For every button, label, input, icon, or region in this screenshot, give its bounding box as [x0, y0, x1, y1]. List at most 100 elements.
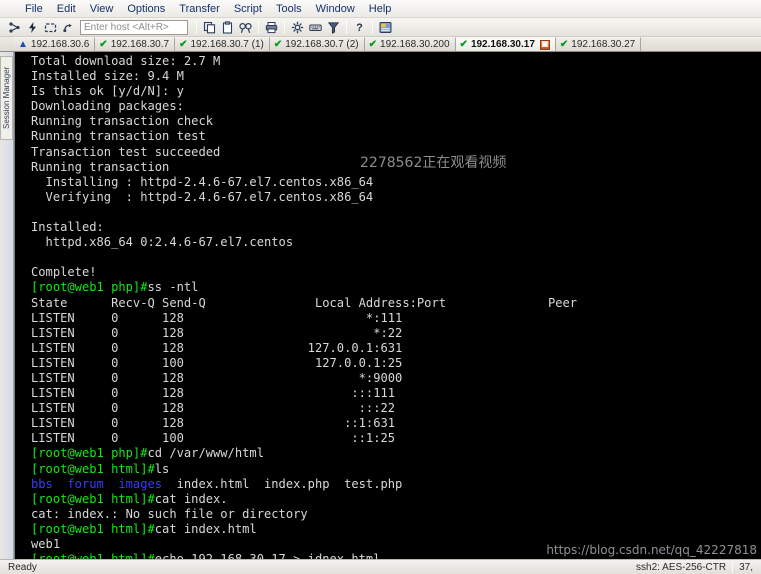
session-tab-label: 192.168.30.27 — [571, 39, 636, 50]
terminal-output: Total download size: 2.7 M Installed size… — [15, 52, 761, 559]
terminal-line: LISTEN 0 128 *:9000 — [31, 371, 761, 386]
session-tab-192-168-30-27[interactable]: ✔ 192.168.30.27 — [555, 37, 642, 51]
terminal-line: Installing : httpd-2.4.6-67.el7.centos.x… — [31, 175, 761, 190]
terminal-text: LISTEN 0 128 *:111 — [31, 310, 403, 325]
reconnect-icon[interactable] — [60, 19, 77, 36]
toolbar-separator — [284, 20, 285, 34]
terminal-text: web1 — [31, 537, 61, 551]
status-cipher: ssh2: AES-256-CTR — [636, 561, 727, 573]
menu-item-window[interactable]: Window — [309, 2, 362, 16]
terminal-line: [root@web1 html]#ls — [31, 462, 761, 477]
chat-window-icon[interactable] — [377, 19, 394, 36]
tab-bar-filler — [641, 37, 761, 51]
terminal-text: [root@web1 php]# — [31, 280, 148, 295]
session-tab-label: 192.168.30.7 (1) — [190, 39, 264, 50]
terminal-line: LISTEN 0 128 *:111 — [31, 311, 761, 326]
filter-icon[interactable] — [325, 19, 342, 36]
toolbar-separator — [372, 20, 373, 34]
status-bar: Ready ssh2: AES-256-CTR 37, — [0, 559, 761, 574]
terminal-line: Running transaction check — [31, 114, 761, 129]
terminal-text: Installing : httpd-2.4.6-67.el7.centos.x… — [31, 174, 374, 189]
terminal-line: Installed size: 9.4 M — [31, 69, 761, 84]
terminal-line: State Recv-Q Send-Q Local Address:Port P… — [31, 296, 761, 311]
session-tab-192-168-30-7-2-[interactable]: ✔ 192.168.30.7 (2) — [269, 37, 365, 51]
session-manager-sidebar[interactable]: Session Manager — [0, 52, 14, 559]
terminal-pane[interactable]: Total download size: 2.7 M Installed size… — [14, 52, 761, 559]
session-tab-label: 192.168.30.7 (2) — [285, 39, 359, 50]
connected-check-icon: ✔ — [99, 38, 108, 50]
terminal-text: Installed: — [31, 220, 104, 235]
securecrt-window: File Edit View Options Transfer Script Tools Wi… — [0, 0, 761, 574]
terminal-text: [root@web1 html]# — [31, 491, 155, 506]
status-rows: 37, — [739, 561, 753, 573]
connect-in-tab-icon[interactable] — [42, 19, 59, 36]
terminal-text: LISTEN 0 128 :::22 — [31, 401, 396, 416]
menu-item-options[interactable]: Options — [120, 2, 172, 16]
menu-item-tools[interactable]: Tools — [269, 2, 309, 16]
menu-item-file[interactable]: File — [18, 2, 50, 16]
terminal-line: Is this ok [y/d/N]: y — [31, 84, 761, 99]
connect-icon[interactable] — [6, 19, 23, 36]
terminal-text: Running transaction test — [31, 129, 206, 144]
terminal-line: [root@web1 html]#cat index.html — [31, 522, 761, 537]
connected-check-icon: ✔ — [368, 38, 378, 50]
terminal-line: bbs forum images index.html index.php te… — [31, 477, 761, 492]
terminal-text: cat index. — [154, 491, 228, 506]
terminal-line: LISTEN 0 128 ::1:631 — [31, 416, 761, 431]
terminal-text: LISTEN 0 128 *:9000 — [31, 370, 403, 385]
session-tab-192-168-30-200[interactable]: ✔ 192.168.30.200 — [364, 37, 456, 51]
session-tab-label: 192.168.30.200 — [380, 39, 450, 50]
menu-item-edit[interactable]: Edit — [50, 2, 83, 16]
session-tab-192-168-30-6[interactable]: ▲ 192.168.30.6 — [14, 37, 96, 51]
terminal-text: LISTEN 0 100 127.0.0.1:25 — [31, 355, 403, 370]
menu-item-script[interactable]: Script — [227, 2, 269, 16]
terminal-text: cat: index.: No such file or directory — [31, 506, 308, 521]
print-icon[interactable] — [263, 19, 280, 36]
keymap-icon[interactable] — [307, 19, 324, 36]
terminal-line: Running transaction test — [31, 129, 761, 144]
terminal-line: Total download size: 2.7 M — [31, 54, 761, 69]
terminal-line: [root@web1 php]#ss -ntl — [31, 280, 761, 295]
session-manager-label: Session Manager — [0, 56, 13, 140]
menu-item-help[interactable]: Help — [362, 2, 399, 16]
terminal-text: LISTEN 0 100 ::1:25 — [31, 431, 396, 446]
session-tab-bar: ▲ 192.168.30.6 ✔ 192.168.30.7 ✔ 192.168.30.7 … — [0, 37, 761, 52]
terminal-line: LISTEN 0 100 127.0.0.1:25 — [31, 356, 761, 371]
toolbar-separator — [346, 20, 347, 34]
terminal-text: Installed size: 9.4 M — [31, 69, 184, 84]
terminal-text: Total download size: 2.7 M — [31, 54, 221, 68]
terminal-text: State Recv-Q Send-Q Local Address:Port P… — [31, 295, 578, 310]
session-tab-192-168-30-7[interactable]: ✔ 192.168.30.7 — [95, 37, 176, 51]
host-input[interactable] — [80, 19, 188, 35]
quick-connect-icon[interactable] — [24, 19, 41, 36]
terminal-text: cat index.html — [154, 521, 257, 536]
copy-icon[interactable] — [201, 19, 218, 36]
svg-text:?: ? — [356, 22, 363, 34]
terminal-text: forum — [67, 476, 104, 491]
terminal-text: Downloading packages: — [31, 99, 184, 114]
terminal-text: Verifying : httpd-2.4.6-67.el7.centos.x8… — [31, 189, 374, 204]
menu-item-view[interactable]: View — [83, 2, 121, 16]
connected-check-icon: ✔ — [179, 38, 188, 50]
terminal-line: LISTEN 0 100 ::1:25 — [31, 431, 761, 446]
paste-icon[interactable] — [219, 19, 236, 36]
terminal-text: LISTEN 0 128 :::111 — [31, 386, 396, 401]
tab-lock-icon[interactable]: ▣ — [539, 39, 550, 50]
terminal-text: bbs — [31, 476, 53, 491]
status-ready: Ready — [8, 561, 37, 573]
session-options-icon[interactable] — [289, 19, 306, 36]
help-icon[interactable]: ? — [351, 19, 368, 36]
menu-item-transfer[interactable]: Transfer — [172, 2, 227, 16]
terminal-text: [root@web1 php]# — [31, 446, 148, 461]
session-tab-192-168-30-17[interactable]: ✔ 192.168.30.17 ▣ — [455, 37, 556, 51]
terminal-line: Complete! — [31, 265, 761, 280]
terminal-line: [root@web1 html]#cat index. — [31, 492, 761, 507]
toolbar-separator — [258, 20, 259, 34]
session-tab-192-168-30-7-1-[interactable]: ✔ 192.168.30.7 (1) — [175, 37, 270, 51]
terminal-line: LISTEN 0 128 :::22 — [31, 401, 761, 416]
terminal-text: ls — [154, 461, 170, 476]
find-icon[interactable] — [237, 19, 254, 36]
terminal-text: ss -ntl — [147, 280, 199, 295]
